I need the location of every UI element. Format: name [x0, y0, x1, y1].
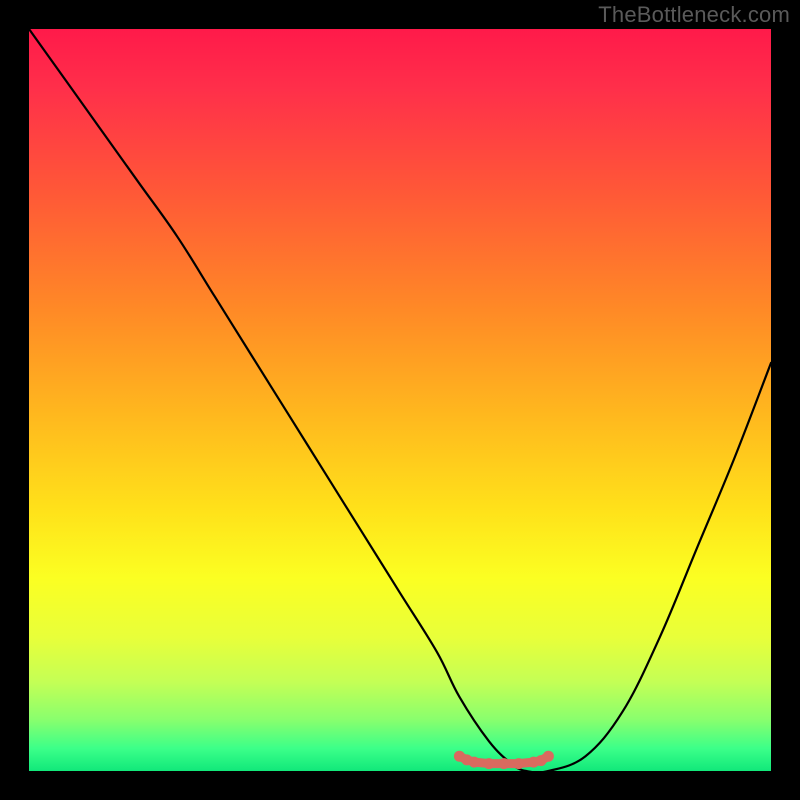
plateau-marker-dot	[484, 758, 495, 769]
plateau-marker-dot	[513, 758, 524, 769]
plot-area	[29, 29, 771, 771]
plateau-marker-dot	[469, 757, 480, 768]
bottleneck-curve	[29, 29, 771, 771]
watermark-label: TheBottleneck.com	[598, 2, 790, 28]
chart-frame: TheBottleneck.com	[0, 0, 800, 800]
plateau-highlight	[454, 751, 554, 769]
plateau-marker-dot	[498, 758, 509, 769]
chart-svg	[29, 29, 771, 771]
plateau-marker-dot	[543, 751, 554, 762]
